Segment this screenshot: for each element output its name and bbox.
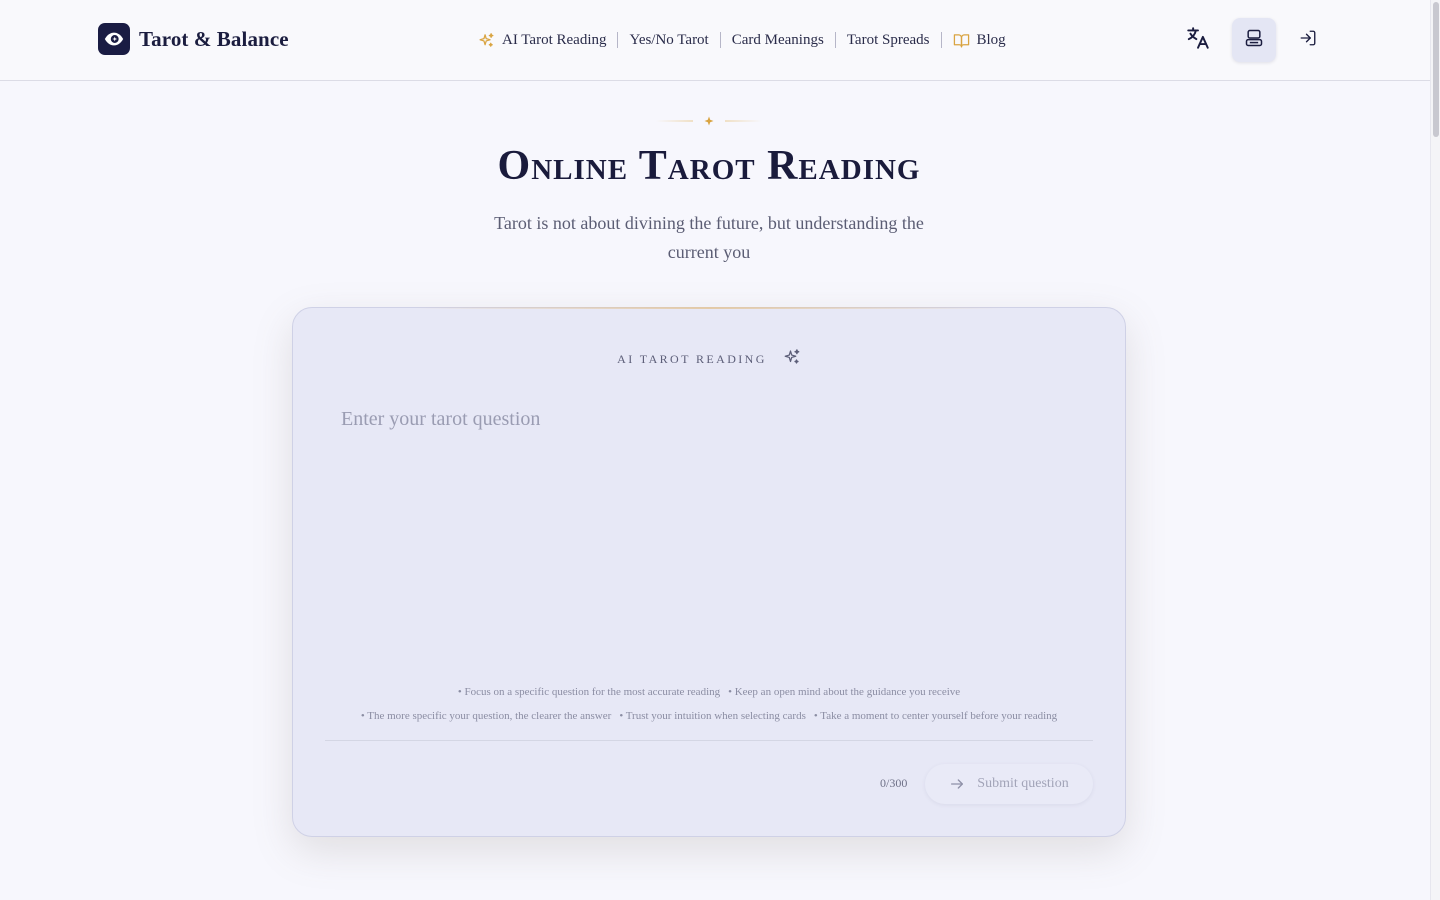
question-input[interactable] — [341, 408, 1079, 658]
page-subtitle: Tarot is not about divining the future, … — [494, 213, 924, 262]
brand-name: Tarot & Balance — [139, 26, 289, 51]
nav-label: Tarot Spreads — [846, 31, 930, 48]
tips-row: • Focus on a specific question for the m… — [293, 680, 1125, 704]
sparkles-icon — [783, 348, 801, 371]
nav-yes-no-tarot[interactable]: Yes/No Tarot — [618, 32, 719, 49]
card-accent-line — [413, 307, 1005, 309]
theme-button[interactable] — [1232, 18, 1276, 62]
ornament-divider — [656, 116, 762, 126]
tip-item: • The more specific your question, the c… — [360, 710, 612, 722]
login-button[interactable] — [1286, 18, 1330, 62]
nav-tarot-spreads[interactable]: Tarot Spreads — [836, 32, 941, 49]
submit-label: Submit question — [977, 776, 1069, 791]
main-nav: AI Tarot Reading Yes/No Tarot Card Meani… — [478, 30, 1017, 50]
card-divider — [325, 740, 1093, 741]
nav-label: Yes/No Tarot — [629, 31, 709, 48]
nav-card-meanings[interactable]: Card Meanings — [721, 32, 835, 49]
language-button[interactable] — [1176, 18, 1220, 62]
character-counter: 0/300 — [880, 776, 908, 790]
site-header: Tarot & Balance AI Tarot Reading Yes/No … — [0, 0, 1430, 81]
brand-logo[interactable]: Tarot & Balance — [98, 23, 289, 55]
scrollbar-thumb[interactable] — [1433, 2, 1439, 137]
arrow-right-icon — [949, 776, 965, 792]
page-title: Online Tarot Reading — [497, 143, 921, 189]
nav-blog[interactable]: Blog — [942, 32, 1017, 49]
nav-label: Blog — [976, 31, 1006, 48]
reading-card: AI Tarot Reading • Focus on a specific q… — [292, 307, 1126, 837]
translate-icon — [1185, 25, 1211, 56]
submit-question-button[interactable]: Submit question — [925, 764, 1093, 804]
card-label: AI Tarot Reading — [617, 352, 767, 366]
sparkles-icon — [478, 32, 495, 49]
eye-icon — [98, 23, 130, 55]
tip-item: • Keep an open mind about the guidance y… — [728, 686, 961, 698]
reading-tips: • Focus on a specific question for the m… — [293, 680, 1125, 728]
nav-ai-tarot-reading[interactable]: AI Tarot Reading — [478, 32, 617, 49]
layout-icon — [1244, 28, 1264, 53]
log-in-icon — [1299, 29, 1317, 52]
book-open-icon — [953, 32, 970, 49]
tip-item: • Take a moment to center yourself befor… — [813, 710, 1058, 722]
nav-label: AI Tarot Reading — [502, 31, 607, 48]
tip-item: • Trust your intuition when selecting ca… — [619, 710, 806, 722]
tips-row: • The more specific your question, the c… — [293, 704, 1125, 728]
nav-label: Card Meanings — [731, 31, 824, 48]
card-heading: AI Tarot Reading — [293, 348, 1125, 371]
tip-item: • Focus on a specific question for the m… — [457, 686, 721, 698]
scrollbar[interactable] — [1430, 0, 1440, 900]
